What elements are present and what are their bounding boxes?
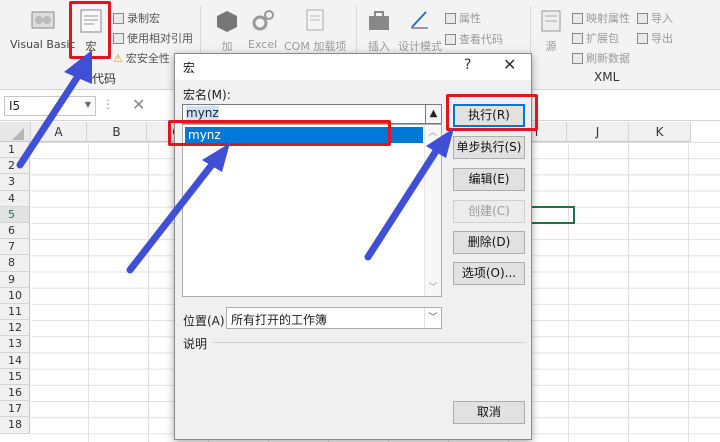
relative-ref-icon (113, 32, 124, 44)
help-button[interactable]: ? (464, 57, 471, 73)
row-header-8[interactable]: 8 (0, 255, 30, 272)
gear-icon (252, 10, 274, 31)
insert-control-button[interactable]: 插入 (365, 8, 393, 54)
properties-button[interactable]: 属性 (445, 10, 481, 26)
xml-group-label: XML (594, 70, 620, 84)
delete-button[interactable]: 删除(D) (453, 231, 525, 254)
import-icon (637, 12, 648, 24)
column-header-b[interactable]: B (87, 122, 147, 142)
row-header-6[interactable]: 6 (0, 223, 30, 240)
select-all-icon (12, 128, 24, 140)
description-label: 说明 (183, 337, 208, 351)
description-area (182, 352, 442, 426)
toolbox-icon (369, 11, 389, 30)
map-properties-button[interactable]: 映射属性 (572, 10, 630, 26)
highlight-macro-item (168, 120, 391, 146)
scroll-down-icon[interactable]: ﹀ (425, 280, 441, 296)
description-divider (213, 342, 525, 343)
export-button[interactable]: 导出 (637, 30, 673, 46)
addin-icon (217, 11, 237, 32)
column-header-k[interactable]: K (629, 122, 691, 142)
location-label: 位置(A): (183, 314, 229, 328)
row-header-5[interactable]: 5 (0, 206, 30, 223)
visual-basic-button[interactable]: Visual Basic (10, 8, 75, 51)
step-into-button[interactable]: 单步执行(S) (453, 136, 525, 159)
code-group-label: 代码 (92, 72, 117, 86)
warning-icon: ⚠ (113, 51, 123, 65)
design-mode-icon (411, 11, 428, 29)
addins-button[interactable]: 加 (213, 8, 241, 54)
expansion-pack-icon (572, 32, 583, 44)
row-header-1[interactable]: 1 (0, 142, 30, 159)
macro-security-button[interactable]: ⚠ 宏安全性 (113, 50, 170, 66)
name-box[interactable]: I5 ▼ (4, 96, 96, 116)
scroll-up-icon[interactable]: ︿ (425, 125, 441, 141)
com-addin-icon (306, 9, 324, 31)
close-button[interactable]: ✕ (503, 55, 516, 74)
macro-list[interactable]: mynz ︿ ﹀ (182, 124, 442, 297)
collapse-arrow-icon[interactable]: ▲ (425, 104, 442, 124)
row-header-12[interactable]: 12 (0, 320, 30, 337)
highlight-macro-button (69, 1, 111, 59)
expansion-packs-button[interactable]: 扩展包 (572, 30, 619, 46)
map-properties-icon (572, 12, 583, 24)
export-icon (637, 32, 648, 44)
view-code-button[interactable]: 查看代码 (445, 31, 503, 47)
dialog-titlebar[interactable]: 宏 ? ✕ (175, 54, 531, 80)
com-addins-button[interactable]: COM 加载项 (284, 8, 346, 54)
chevron-down-icon[interactable]: ﹀ (424, 308, 441, 328)
row-header-9[interactable]: 9 (0, 271, 30, 288)
row-header-16[interactable]: 16 (0, 385, 30, 402)
column-header-j[interactable]: J (567, 122, 629, 142)
location-select[interactable]: 所有打开的工作簿 ﹀ (226, 307, 442, 329)
row-header-14[interactable]: 14 (0, 352, 30, 369)
dialog-title: 宏 (183, 61, 196, 75)
options-button[interactable]: 选项(O)... (453, 262, 525, 285)
cancel-icon[interactable]: ✕ (132, 95, 145, 114)
excel-addins-button[interactable]: Excel (248, 8, 277, 51)
row-header-4[interactable]: 4 (0, 190, 30, 207)
xml-source-icon (541, 10, 561, 32)
row-header-13[interactable]: 13 (0, 336, 30, 353)
row-header-10[interactable]: 10 (0, 287, 30, 304)
row-header-11[interactable]: 11 (0, 304, 30, 321)
row-header-2[interactable]: 2 (0, 158, 30, 175)
cancel-button[interactable]: 取消 (453, 401, 525, 424)
select-all-corner[interactable] (0, 122, 31, 142)
visual-basic-icon (31, 11, 55, 29)
row-header-7[interactable]: 7 (0, 239, 30, 256)
relative-reference-button[interactable]: 使用相对引用 (113, 30, 193, 46)
highlight-run-button (446, 94, 538, 131)
design-mode-button[interactable]: 设计模式 (398, 8, 442, 54)
refresh-data-button[interactable]: 刷新数据 (572, 50, 630, 66)
edit-button[interactable]: 编辑(E) (453, 168, 525, 191)
view-code-icon (445, 33, 456, 45)
row-header-18[interactable]: 18 (0, 417, 30, 434)
import-button[interactable]: 导入 (637, 10, 673, 26)
chevron-down-icon[interactable]: ▼ (85, 100, 91, 109)
create-button: 创建(C) (453, 200, 525, 223)
row-header-15[interactable]: 15 (0, 368, 30, 385)
properties-icon (445, 12, 456, 24)
row-header-17[interactable]: 17 (0, 401, 30, 418)
column-header-a[interactable]: A (31, 122, 87, 142)
row-header-3[interactable]: 3 (0, 174, 30, 191)
list-scrollbar[interactable]: ︿ ﹀ (424, 125, 441, 296)
source-button[interactable]: 源 (537, 8, 565, 54)
refresh-icon (572, 52, 583, 64)
record-macro-button[interactable]: 录制宏 (113, 10, 160, 26)
formula-bar-separator: ⋮ (102, 97, 114, 111)
macro-name-label: 宏名(M): (183, 88, 231, 102)
record-icon (113, 12, 124, 24)
